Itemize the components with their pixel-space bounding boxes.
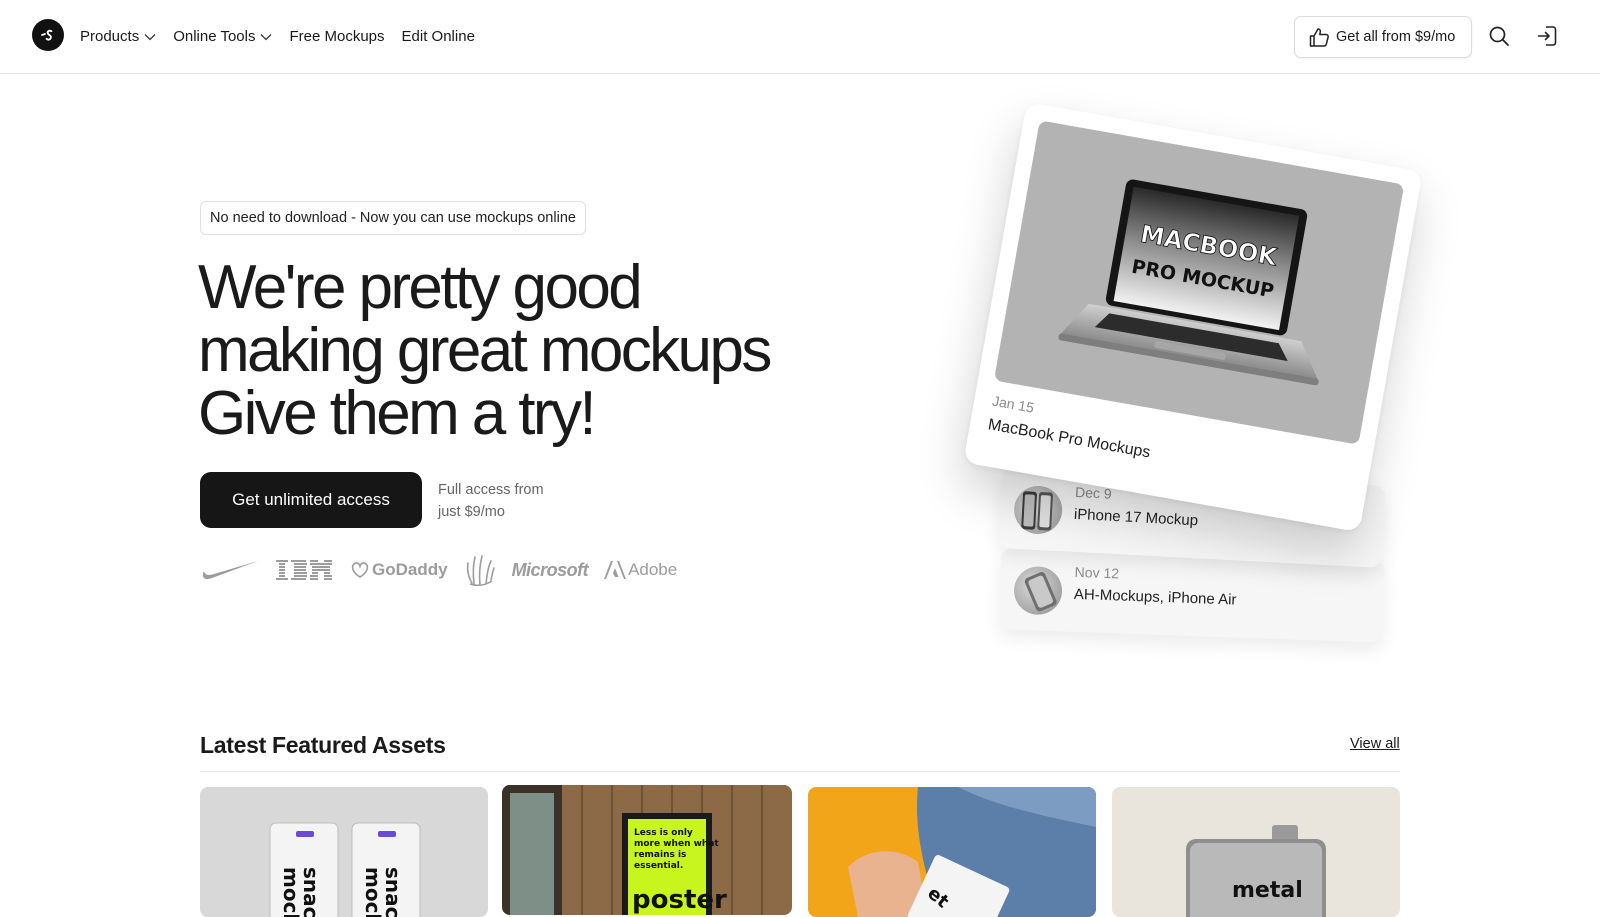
nav-free-mockups[interactable]: Free Mockups	[289, 28, 384, 45]
tile-label: mock	[279, 867, 303, 917]
section-divider	[200, 771, 1400, 772]
adobe-logo: Adobe	[604, 560, 677, 580]
client-logos: GoDaddy Microsoft Adobe	[200, 552, 677, 588]
poster-word: poster	[632, 885, 727, 915]
nav-online-tools[interactable]: Online Tools	[173, 28, 272, 45]
nav-edit-online-label: Edit Online	[401, 27, 475, 45]
mockup-title: AH-Mockups, iPhone Air	[1073, 585, 1237, 609]
nav-products-label: Products	[80, 27, 140, 45]
pricing-note-line: just $9/mo	[438, 504, 505, 520]
ibm-logo	[276, 558, 334, 582]
view-all-link[interactable]: View all	[1350, 736, 1400, 752]
microsoft-logo: Microsoft	[512, 560, 589, 581]
site-header: Products Online Tools Free Mockups Edit …	[0, 0, 1600, 74]
mockup-thumbnail	[1013, 565, 1063, 616]
mockup-thumbnail	[1012, 484, 1064, 536]
section-title: Latest Featured Assets	[200, 732, 446, 758]
poster-text: essential.	[634, 861, 683, 871]
headline-line: We're pretty good	[198, 253, 643, 322]
headline-line: making great mockups	[198, 316, 772, 385]
headline-line: Give them a try!	[198, 379, 597, 448]
nav-products[interactable]: Products	[80, 28, 156, 45]
asset-tile[interactable]: metal	[1112, 787, 1400, 917]
search-icon[interactable]	[1487, 24, 1511, 48]
get-all-button-label: Get all from $9/mo	[1336, 29, 1456, 45]
poster-text: more when what	[634, 839, 719, 849]
nav-edit-online[interactable]: Edit Online	[402, 28, 475, 45]
cta-label: Get unlimited access	[232, 490, 390, 509]
adobe-label: Adobe	[628, 560, 678, 579]
hand-logo	[464, 553, 496, 587]
tile-label: mock	[361, 867, 385, 917]
hero-headline: We're pretty good making great mockups G…	[198, 256, 878, 445]
godaddy-label: GoDaddy	[372, 560, 448, 579]
chevron-down-icon	[144, 34, 156, 41]
nike-logo	[200, 557, 260, 583]
sign-in-icon[interactable]	[1535, 24, 1559, 48]
asset-tile[interactable]: Less is only more when what remains is e…	[502, 785, 792, 915]
mockup-title: iPhone 17 Mockup	[1073, 505, 1199, 530]
poster-text: remains is	[634, 850, 686, 860]
nav-free-mockups-label: Free Mockups	[289, 27, 385, 45]
tile-label: metal	[1232, 878, 1303, 903]
featured-mockup-card[interactable]: MACBOOK PRO MOCKUP Jan 15 MacBook Pro Mo…	[963, 101, 1423, 533]
pricing-note: Full access from just $9/mo	[438, 479, 544, 523]
macbook-mockup-image: MACBOOK PRO MOCKUP	[993, 120, 1405, 445]
get-all-button[interactable]: Get all from $9/mo	[1294, 16, 1472, 58]
info-pill: No need to download - Now you can use mo…	[200, 201, 586, 235]
info-pill-text: No need to download - Now you can use mo…	[210, 210, 576, 226]
main-nav: Products Online Tools Free Mockups Edit …	[80, 0, 475, 72]
nav-online-tools-label: Online Tools	[173, 27, 256, 45]
poster-text: Less is only	[634, 828, 693, 838]
chevron-down-icon	[261, 34, 272, 41]
microsoft-label: Microsoft	[511, 559, 589, 580]
mockup-date: Jan 15	[991, 392, 1036, 416]
brand-logo-icon[interactable]	[32, 19, 64, 51]
pricing-note-line: Full access from	[438, 482, 544, 498]
mockup-title: MacBook Pro Mockups	[986, 416, 1152, 462]
godaddy-logo: GoDaddy	[350, 560, 448, 580]
recent-mockups-stack: Nov 12 AH-Mockups, iPhone Air Dec 9 iPho…	[0, 0, 1600, 900]
get-unlimited-access-button[interactable]: Get unlimited access	[200, 472, 422, 528]
asset-tile[interactable]: snac mock snac mock	[200, 787, 488, 917]
mockup-date: Nov 12	[1074, 563, 1120, 582]
asset-tile[interactable]: et	[808, 787, 1096, 917]
thumbs-up-icon	[1309, 28, 1329, 47]
